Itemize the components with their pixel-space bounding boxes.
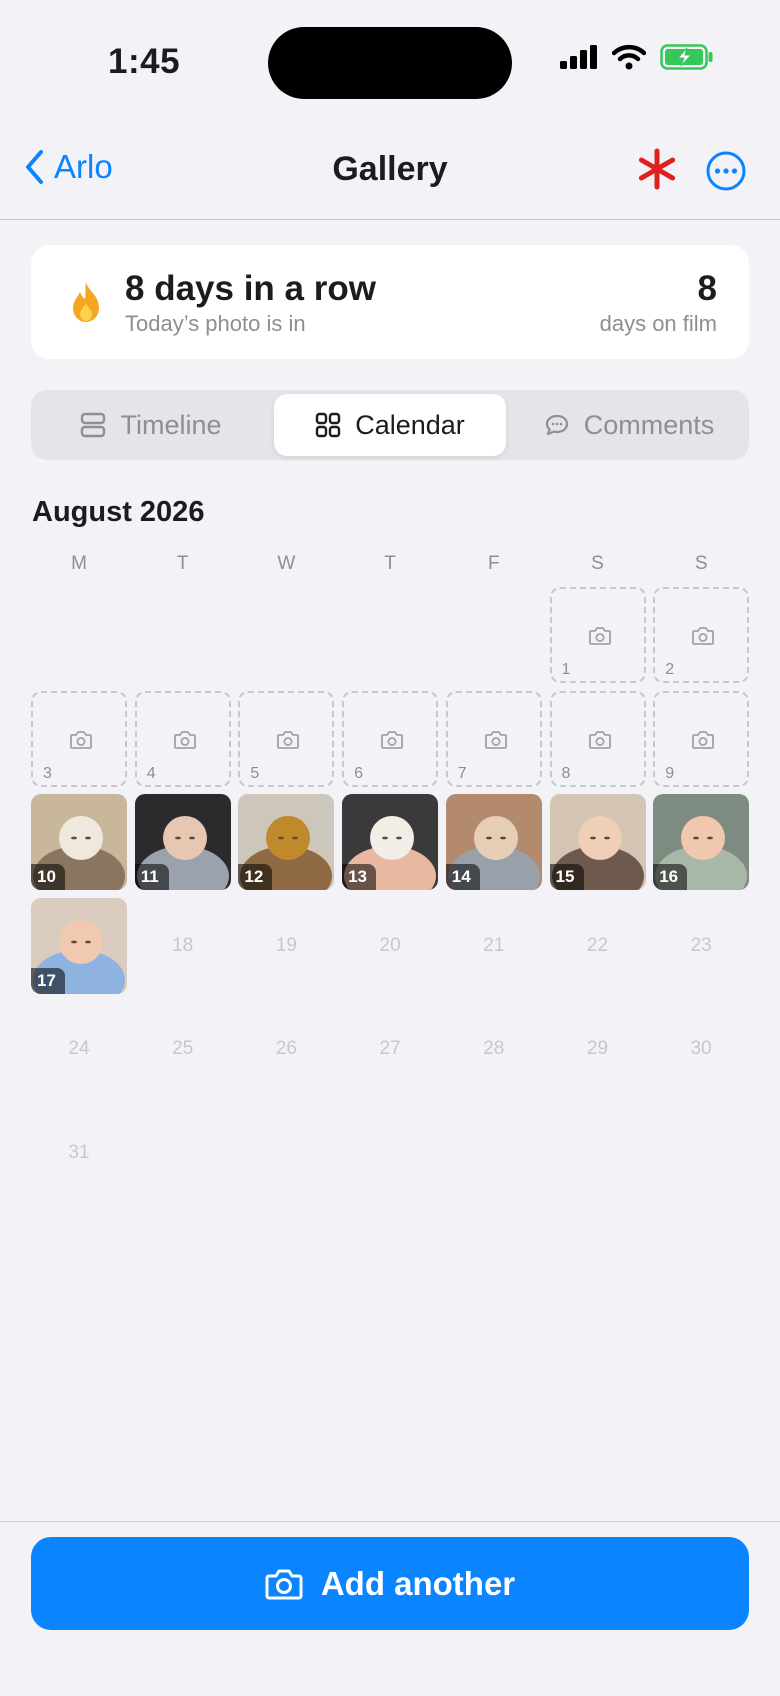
calendar-day-future: 20 — [379, 934, 401, 956]
day-number-badge: 14 — [445, 864, 480, 890]
tab-calendar-label: Calendar — [355, 409, 465, 440]
calendar-day-future: 29 — [586, 1038, 609, 1059]
calendar-day-future: 22 — [586, 934, 609, 956]
camera-icon — [588, 627, 611, 645]
calendar-day-photo[interactable]: 17 — [31, 897, 127, 994]
more-button[interactable] — [705, 150, 747, 197]
day-number: 4 — [146, 764, 156, 782]
calendar-day-missed[interactable]: 1 — [549, 587, 646, 683]
day-number: 8 — [561, 764, 571, 782]
rows-icon — [81, 412, 106, 438]
view-segmented-control: Timeline Calendar Comments — [31, 390, 749, 460]
day-number: 1 — [561, 661, 571, 678]
day-number-badge: 13 — [342, 864, 377, 890]
day-number-badge: 12 — [238, 864, 273, 890]
cellular-signal-icon — [560, 45, 597, 69]
calendar-day-photo[interactable]: 15 — [549, 794, 646, 890]
weekday-label: T — [176, 553, 189, 574]
tab-comments-label: Comments — [583, 409, 715, 440]
camera-icon — [277, 730, 300, 749]
calendar-day-future: 27 — [379, 1038, 401, 1059]
day-number-badge: 15 — [549, 864, 584, 890]
add-another-label: Add another — [320, 1564, 516, 1602]
bottom-divider — [0, 1521, 780, 1522]
weekday-label: W — [277, 553, 296, 574]
tab-calendar[interactable]: Calendar — [274, 394, 506, 456]
calendar-day-missed[interactable]: 5 — [238, 690, 335, 787]
calendar-day-future: 31 — [68, 1141, 90, 1163]
weekday-label: S — [694, 553, 708, 574]
day-number: 6 — [354, 764, 363, 782]
dynamic-island — [268, 27, 512, 99]
streak-card: 8 days in a row Today’s photo is in 8 da… — [31, 245, 749, 359]
weekday-label: M — [71, 553, 87, 574]
calendar-day-missed[interactable]: 4 — [134, 690, 231, 787]
calendar-day-photo[interactable]: 14 — [445, 794, 542, 890]
camera-icon — [173, 730, 196, 749]
calendar-day-future: 18 — [172, 934, 194, 956]
calendar-day-missed[interactable]: 7 — [445, 690, 542, 787]
day-number: 7 — [457, 764, 467, 782]
calendar-day-photo[interactable]: 12 — [238, 794, 335, 890]
calendar-day-future: 26 — [275, 1038, 297, 1059]
weekday-label: T — [384, 553, 396, 574]
asterisk-button[interactable] — [636, 148, 678, 195]
calendar-day-missed[interactable]: 3 — [31, 690, 127, 787]
tab-comments[interactable]: Comments — [513, 394, 745, 456]
camera-icon — [484, 730, 507, 749]
weekday-label: S — [591, 553, 604, 574]
status-bar: 1:45 — [0, 0, 780, 120]
days-label: days on film — [599, 311, 717, 336]
camera-icon — [265, 1569, 303, 1599]
calendar-day-missed[interactable]: 8 — [549, 690, 646, 787]
day-number-badge: 17 — [31, 967, 65, 994]
navigation-bar: Arlo Gallery — [0, 130, 780, 220]
calendar-day-future: 25 — [172, 1038, 194, 1059]
tab-timeline-label: Timeline — [120, 409, 222, 440]
days-count: 8 — [697, 269, 717, 308]
day-number-badge: 11 — [134, 864, 169, 890]
camera-icon — [381, 730, 403, 749]
camera-icon — [588, 730, 611, 749]
calendar-day-future: 24 — [68, 1038, 90, 1059]
calendar-day-future: 28 — [483, 1038, 505, 1059]
month-title: August 2026 — [32, 496, 205, 528]
day-number: 2 — [665, 661, 675, 678]
status-icons — [560, 44, 714, 70]
battery-charging-icon — [660, 44, 713, 70]
calendar-day-missed[interactable]: 2 — [653, 587, 750, 683]
calendar-day-future: 19 — [275, 934, 297, 956]
wifi-icon — [612, 44, 646, 70]
day-number-badge: 10 — [31, 864, 65, 890]
camera-icon — [70, 730, 92, 749]
day-number: 3 — [43, 764, 52, 782]
camera-icon — [692, 627, 715, 645]
calendar-day-photo[interactable]: 10 — [31, 794, 127, 890]
streak-subtitle: Today’s photo is in — [125, 311, 306, 336]
day-number: 5 — [250, 764, 260, 782]
speech-bubble-icon — [545, 414, 568, 436]
ellipsis-circle-icon — [706, 151, 746, 191]
day-number-badge: 16 — [653, 864, 688, 890]
add-another-button[interactable]: Add another — [31, 1537, 749, 1630]
tab-timeline[interactable]: Timeline — [35, 394, 267, 456]
status-time: 1:45 — [108, 42, 181, 81]
day-number: 9 — [665, 764, 675, 782]
asterisk-icon — [638, 148, 676, 190]
grid-icon — [316, 412, 341, 438]
calendar-day-photo[interactable]: 16 — [653, 794, 750, 890]
calendar-day-missed[interactable]: 9 — [653, 690, 750, 787]
streak-title: 8 days in a row — [125, 269, 376, 308]
calendar-day-missed[interactable]: 6 — [342, 690, 439, 787]
calendar-day-future: 21 — [483, 934, 505, 956]
calendar-day-photo[interactable]: 11 — [134, 794, 231, 890]
flame-icon — [73, 282, 99, 322]
camera-icon — [692, 730, 715, 749]
calendar-day-future: 23 — [690, 934, 712, 956]
weekday-label: F — [487, 553, 500, 574]
calendar-day-photo[interactable]: 13 — [342, 794, 439, 890]
calendar-day-future: 30 — [690, 1038, 712, 1059]
